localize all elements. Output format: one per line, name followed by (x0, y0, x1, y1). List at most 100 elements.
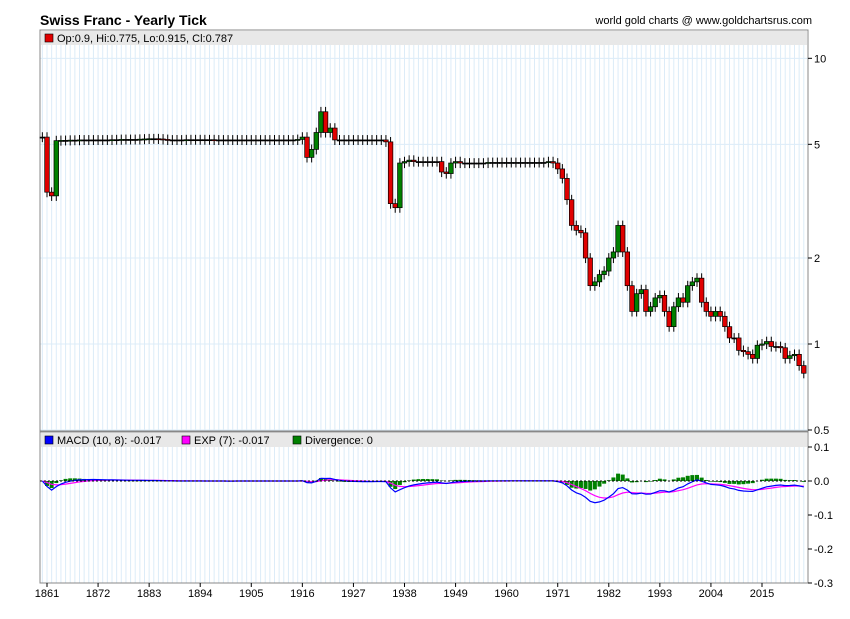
candle (457, 161, 463, 164)
macd-y-tick-label: -0.2 (814, 544, 833, 556)
candle (698, 277, 705, 303)
x-tick-label: 1905 (239, 588, 263, 600)
candle (531, 162, 538, 164)
candle (801, 365, 807, 374)
candle (220, 139, 227, 142)
candle (787, 355, 793, 359)
candle (480, 162, 487, 165)
candle (610, 251, 617, 259)
candle (308, 149, 315, 158)
candle (629, 285, 635, 312)
candle (666, 311, 672, 328)
macd-y-tick-label: 0.0 (814, 476, 829, 488)
candle (341, 139, 347, 142)
candle (782, 347, 788, 359)
candle (499, 162, 505, 164)
candle (536, 162, 542, 164)
x-tick-label: 1960 (494, 588, 518, 600)
candle (202, 139, 208, 142)
candle (587, 257, 593, 287)
candle (183, 139, 189, 142)
x-tick-label: 1894 (188, 588, 212, 600)
candle (39, 136, 46, 139)
candle (559, 168, 566, 179)
candle (429, 161, 436, 163)
candle (86, 139, 92, 142)
macd-legend-text: MACD (10, 8): -0.017 (57, 435, 162, 447)
candle (392, 203, 398, 209)
candle (188, 139, 194, 142)
candle (281, 139, 287, 142)
candle (675, 297, 682, 308)
y-tick-label: 2 (814, 253, 820, 265)
candle (197, 139, 203, 142)
candle (257, 139, 264, 142)
candle (434, 161, 440, 163)
candle (754, 344, 761, 359)
x-tick-label: 1916 (290, 588, 314, 600)
candle (485, 162, 491, 164)
candle (513, 162, 519, 164)
candle (615, 225, 621, 253)
divergence-bar (620, 474, 625, 481)
x-tick-label: 1883 (137, 588, 161, 600)
candle (146, 138, 152, 141)
candle (527, 162, 533, 164)
candle (151, 138, 157, 141)
candle (745, 351, 751, 355)
candle (67, 139, 73, 142)
candle (647, 306, 654, 312)
candle (401, 161, 408, 164)
candle (624, 251, 631, 287)
candle (759, 343, 765, 346)
candle (123, 139, 129, 141)
candle (736, 337, 742, 351)
candle (243, 139, 250, 142)
candle (290, 139, 296, 142)
candle (471, 162, 477, 165)
x-tick-label: 1971 (545, 588, 569, 600)
chart-svg: 10 5 2 1 0.5 0.1 0.0 -0.1 -0.2 -0.3 1861 1872 1883 18… (35, 29, 833, 600)
candle (100, 139, 106, 142)
x-tick-label: 1993 (648, 588, 672, 600)
divergence-bar (681, 477, 686, 481)
candle (44, 136, 50, 193)
candle (304, 136, 310, 158)
candle (661, 295, 668, 312)
x-tick-label: 1982 (597, 588, 621, 600)
x-tick-label: 1949 (443, 588, 467, 600)
candle (109, 139, 115, 142)
candle (601, 270, 607, 275)
divergence-bar (611, 477, 616, 481)
candle (178, 139, 185, 142)
candle (425, 161, 431, 163)
candle (522, 162, 528, 164)
candle (777, 346, 784, 349)
candle (722, 315, 728, 328)
divergence-bar (592, 481, 597, 490)
exp-legend-text: EXP (7): -0.017 (194, 435, 270, 447)
candle (332, 127, 338, 141)
candle (346, 139, 352, 142)
candle (494, 162, 501, 164)
candle (322, 111, 329, 133)
macd-legend-swatch (44, 435, 54, 445)
y-tick-label: 0.5 (814, 425, 829, 437)
candle (253, 139, 259, 142)
macd-y-tick-label: -0.3 (814, 578, 833, 590)
x-tick-label: 1872 (86, 588, 110, 600)
candle (596, 274, 603, 283)
candle (225, 139, 231, 142)
candle (378, 139, 384, 142)
candle (313, 132, 319, 150)
candle (452, 161, 459, 164)
candle (299, 136, 306, 140)
candle (555, 162, 561, 170)
candle (508, 162, 514, 164)
candle (582, 232, 589, 259)
candle (350, 139, 357, 142)
candle (276, 139, 282, 142)
candle (211, 139, 217, 142)
candle (72, 139, 78, 142)
candle (165, 139, 171, 141)
